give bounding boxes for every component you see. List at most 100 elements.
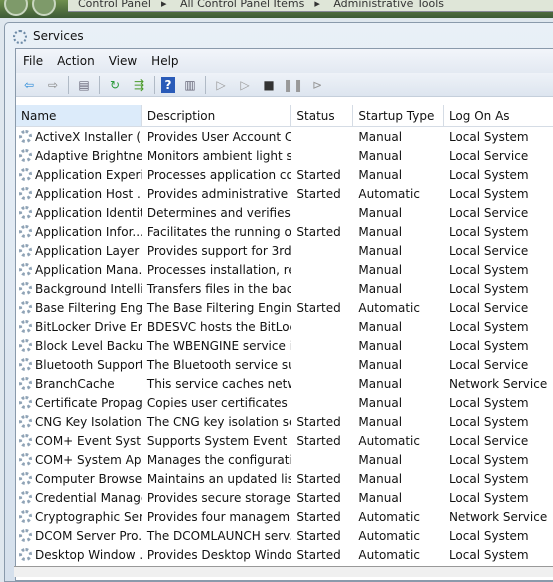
restart-icon[interactable]: ⊳ [308, 77, 326, 93]
cell-text: This service caches netw... [146, 377, 292, 391]
menu-view[interactable]: View [109, 54, 137, 68]
table-row[interactable]: Block Level Backu... The WBENGINE service… [16, 337, 553, 356]
table-row[interactable]: Bluetooth Support... The Bluetooth servic… [16, 356, 553, 375]
cell-text: Manual [358, 263, 403, 277]
cell-log-on-as: Local System [444, 451, 553, 470]
table-row[interactable]: Background Intelli... Transfers files in … [16, 280, 553, 299]
cell-text: Local System [448, 529, 529, 543]
cell-text: Credential Manager [35, 491, 142, 505]
table-row[interactable]: Computer Browser Maintains an updated lis… [16, 470, 553, 489]
refresh-icon[interactable]: ↻ [106, 77, 124, 93]
cell-text: The Base Filtering Engine... [146, 301, 292, 315]
table-row[interactable]: COM+ System Ap... Manages the configurati… [16, 451, 553, 470]
breadcrumb-item[interactable]: Control Panel [78, 0, 151, 10]
column-header-status[interactable]: Status [291, 105, 354, 126]
console-tree-icon[interactable]: ▤ [75, 77, 93, 93]
column-header-log-on-as[interactable]: Log On As [444, 105, 553, 126]
pause-icon[interactable]: ❚❚ [283, 77, 303, 93]
table-row[interactable]: Cryptographic Ser... Provides four manage… [16, 508, 553, 527]
cell-text: Manual [358, 225, 403, 239]
cell-name: Desktop Window ... [16, 546, 142, 565]
service-gear-icon [19, 187, 32, 200]
column-header-startup-type[interactable]: Startup Type [353, 105, 444, 126]
table-row[interactable]: BranchCache This service caches netw... Ma… [16, 375, 553, 394]
cell-text: Provides administrative s... [146, 187, 292, 201]
cell-text: Local System [448, 225, 529, 239]
table-row[interactable]: BitLocker Drive En... BDESVC hosts the Bi… [16, 318, 553, 337]
column-header-name[interactable]: Name [16, 105, 142, 126]
help-icon[interactable]: ? [161, 76, 175, 93]
breadcrumb-item[interactable]: All Control Panel Items [180, 0, 304, 10]
table-row[interactable]: Adaptive Brightness Monitors ambient ligh… [16, 147, 553, 166]
table-row[interactable]: Application Layer ... Provides support fo… [16, 242, 553, 261]
back-arrow-icon[interactable]: ⇦ [20, 77, 38, 93]
stop-icon[interactable]: ■ [260, 77, 278, 93]
service-gear-icon [19, 396, 32, 409]
cell-text: Manual [358, 358, 403, 372]
cell-text: Manual [358, 282, 403, 296]
cell-log-on-as: Local System [444, 280, 553, 299]
cell-text: Automatic [358, 548, 420, 562]
breadcrumb[interactable]: Control Panel ▸ All Control Panel Items ▸ … [68, 0, 553, 12]
forward-button[interactable] [32, 0, 56, 16]
action-pane-icon[interactable]: ▥ [181, 77, 199, 93]
table-row[interactable]: DCOM Server Pro... The DCOMLAUNCH serv...… [16, 527, 553, 546]
table-row[interactable]: Application Mana... Processes installatio… [16, 261, 553, 280]
service-gear-icon [19, 320, 32, 333]
cell-description: Provides User Account C... [142, 128, 292, 147]
cell-status [291, 394, 353, 413]
service-gear-icon [19, 377, 32, 390]
cell-description: The Bluetooth service su... [142, 356, 292, 375]
table-row[interactable]: Desktop Window ... Provides Desktop Windo… [16, 546, 553, 565]
cell-startup-type: Automatic [353, 546, 444, 565]
cell-text: Network Service [448, 510, 548, 524]
cell-log-on-as: Local Service [444, 432, 553, 451]
menu-file[interactable]: File [23, 54, 43, 68]
cell-text: Local System [448, 320, 529, 334]
cell-name: Base Filtering Engi... [16, 299, 142, 318]
cell-text: Manages the configurati... [146, 453, 292, 467]
table-row[interactable]: Application Experi... Processes applicati… [16, 166, 553, 185]
cell-startup-type: Manual [353, 242, 444, 261]
cell-description: Provides administrative s... [142, 185, 292, 204]
table-row[interactable]: Base Filtering Engi... The Base Filtering… [16, 299, 553, 318]
table-row[interactable]: COM+ Event Syst... Supports System Event … [16, 432, 553, 451]
table-row[interactable]: Application Host ... Provides administrat… [16, 185, 553, 204]
table-row[interactable]: Certificate Propag... Copies user certifi… [16, 394, 553, 413]
back-button[interactable] [4, 0, 28, 16]
cell-log-on-as: Network Service [444, 508, 553, 527]
breadcrumb-item[interactable]: Administrative Tools [333, 0, 444, 10]
cell-text: Maintains an updated lis... [146, 472, 292, 486]
menu-help[interactable]: Help [151, 54, 178, 68]
cell-description: Determines and verifies t... [142, 204, 292, 223]
start-icon[interactable]: ▷ [212, 77, 230, 93]
forward-arrow-icon[interactable]: ⇨ [44, 77, 62, 93]
cell-name: Credential Manager [16, 489, 142, 508]
cell-text: Facilitates the running of... [146, 225, 292, 239]
cell-name: Adaptive Brightness [16, 147, 142, 166]
cell-name: Cryptographic Ser... [16, 508, 142, 527]
table-row[interactable]: Application Identity Determines and verif… [16, 204, 553, 223]
export-list-icon[interactable]: ⇶ [130, 77, 148, 93]
cell-text: Copies user certificates a... [146, 396, 292, 410]
cell-text: CNG Key Isolation [35, 415, 142, 429]
cell-status: Started [291, 223, 353, 242]
table-row[interactable]: ActiveX Installer (... Provides User Acco… [16, 128, 553, 147]
cell-status [291, 337, 353, 356]
cell-text: Local System [448, 130, 529, 144]
column-header-description[interactable]: Description [142, 105, 292, 126]
menu-action[interactable]: Action [57, 54, 95, 68]
table-row[interactable]: Application Infor... Facilitates the runn… [16, 223, 553, 242]
service-gear-icon [19, 548, 32, 561]
cell-description: Copies user certificates a... [142, 394, 292, 413]
start-paused-icon[interactable]: ▷ [236, 77, 254, 93]
table-row[interactable]: Credential Manager Provides secure storag… [16, 489, 553, 508]
cell-text: The WBENGINE service is... [146, 339, 292, 353]
table-row[interactable]: CNG Key Isolation The CNG key isolation s… [16, 413, 553, 432]
cell-text: Automatic [358, 434, 420, 448]
cell-text: Local Service [448, 149, 529, 163]
cell-status: Started [291, 432, 353, 451]
cell-log-on-as: Local System [444, 185, 553, 204]
cell-status [291, 280, 353, 299]
cell-log-on-as: Local System [444, 128, 553, 147]
